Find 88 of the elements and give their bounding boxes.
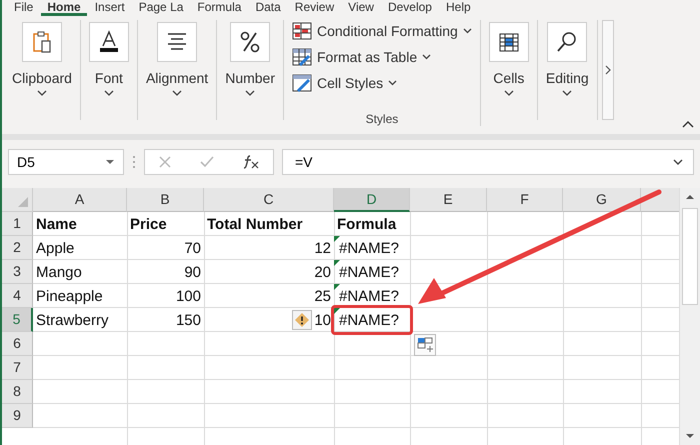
- ribbon-tab[interactable]: Develop: [382, 0, 438, 16]
- ribbon-tab[interactable]: Help: [440, 0, 477, 16]
- table-cell: #NAME?: [339, 240, 400, 256]
- table-cell: 70: [184, 240, 201, 256]
- row-header[interactable]: 1: [2, 212, 33, 236]
- caret-icon: [462, 28, 472, 34]
- table-cell: #NAME?: [339, 312, 400, 328]
- caret-icon: [504, 90, 514, 97]
- ribbon-tab[interactable]: Home: [41, 0, 87, 16]
- table-cell: Mango: [36, 264, 82, 280]
- column-title-cell: Formula: [337, 216, 396, 232]
- ribbon-group-button[interactable]: Cells: [480, 20, 538, 120]
- row-header[interactable]: 3: [2, 260, 33, 284]
- ribbon-tab[interactable]: File: [8, 0, 40, 16]
- column-title-cell: Name: [36, 216, 77, 232]
- expand-chevron-icon: [673, 159, 683, 165]
- ribbon-group-button[interactable]: Alignment: [138, 20, 218, 120]
- ribbon-tab[interactable]: Data: [249, 0, 287, 16]
- table-cell: Apple: [36, 240, 74, 256]
- ribbon-tab[interactable]: Review: [288, 0, 340, 16]
- warning-button-icon[interactable]: [292, 310, 312, 330]
- error-indicator-icon: [334, 260, 340, 266]
- caret-icon: [562, 90, 572, 97]
- table-brush-icon: [292, 48, 312, 66]
- row-header[interactable]: 9: [2, 404, 33, 428]
- table-cell: 150: [176, 312, 201, 328]
- ribbon-scroll-button[interactable]: [602, 20, 614, 120]
- table-cell: 25: [314, 288, 331, 304]
- ribbon-group-button[interactable]: Number: [217, 20, 284, 120]
- insert-function-icon[interactable]: [242, 155, 260, 169]
- error-indicator-icon: [334, 236, 340, 242]
- column-header[interactable]: G: [563, 188, 641, 212]
- paste-options-icon[interactable]: [414, 334, 436, 356]
- grip-icon: [132, 155, 136, 169]
- styles-command-button[interactable]: Conditional Formatting: [292, 20, 472, 42]
- caret-icon: [36, 90, 47, 97]
- cell-style-brush-icon: [292, 74, 312, 92]
- column-title-cell: Total Number: [207, 216, 303, 232]
- chevron-right-icon: [604, 65, 611, 75]
- row-header[interactable]: 8: [2, 380, 33, 404]
- column-title-cell: Price: [130, 216, 167, 232]
- cancel-icon[interactable]: [158, 155, 172, 169]
- caret-icon: [104, 90, 114, 97]
- error-indicator-icon: [334, 284, 340, 290]
- styles-command-button[interactable]: Cell Styles: [292, 72, 472, 94]
- table-cell: 100: [176, 288, 201, 304]
- column-header[interactable]: A: [33, 188, 127, 212]
- ribbon-group-button[interactable]: Clipboard: [4, 20, 81, 120]
- ribbon-tab[interactable]: Formula: [191, 0, 248, 16]
- table-cell: #NAME?: [339, 288, 400, 304]
- scroll-down-icon: [685, 433, 695, 439]
- ribbon-tab[interactable]: Insert: [88, 0, 131, 16]
- ribbon-group-button[interactable]: Editing: [538, 20, 598, 120]
- ribbon-tab[interactable]: Page La: [132, 0, 190, 16]
- vertical-scrollbar[interactable]: [679, 188, 700, 445]
- styles-command-button[interactable]: Format as Table: [292, 46, 472, 68]
- enter-check-icon[interactable]: [198, 155, 215, 169]
- row-header[interactable]: 2: [2, 236, 33, 260]
- ribbon-group-button[interactable]: Font: [80, 20, 138, 120]
- table-cell: 12: [314, 240, 331, 256]
- ribbon-tab[interactable]: View: [342, 0, 380, 16]
- table-cell: Pineapple: [36, 288, 103, 304]
- collapse-ribbon-icon[interactable]: [682, 120, 694, 128]
- table-cell: 10: [314, 312, 331, 328]
- caret-icon: [172, 90, 182, 97]
- select-all-triangle-icon: [17, 196, 29, 208]
- group-label: Styles: [364, 112, 400, 126]
- row-header[interactable]: 5: [2, 308, 33, 332]
- caret-icon: [245, 90, 256, 97]
- column-header[interactable]: B: [127, 188, 204, 212]
- table-cell: 20: [314, 264, 331, 280]
- name-box[interactable]: D5: [8, 149, 124, 175]
- caret-icon: [422, 54, 432, 60]
- row-header[interactable]: 4: [2, 284, 33, 308]
- formula-input[interactable]: =V: [282, 149, 694, 175]
- table-cell: #NAME?: [339, 264, 400, 280]
- conditional-formatting-icon: [292, 22, 312, 40]
- error-indicator-icon: [334, 308, 340, 314]
- column-header[interactable]: F: [487, 188, 563, 212]
- table-cell: 90: [184, 264, 201, 280]
- row-header[interactable]: 6: [2, 332, 33, 356]
- scroll-up-icon: [685, 194, 695, 200]
- dropdown-icon: [105, 159, 115, 165]
- row-header[interactable]: 7: [2, 356, 33, 380]
- column-header[interactable]: E: [410, 188, 487, 212]
- caret-icon: [388, 80, 398, 86]
- column-header[interactable]: D: [334, 188, 410, 212]
- table-cell: Strawberry: [36, 312, 109, 328]
